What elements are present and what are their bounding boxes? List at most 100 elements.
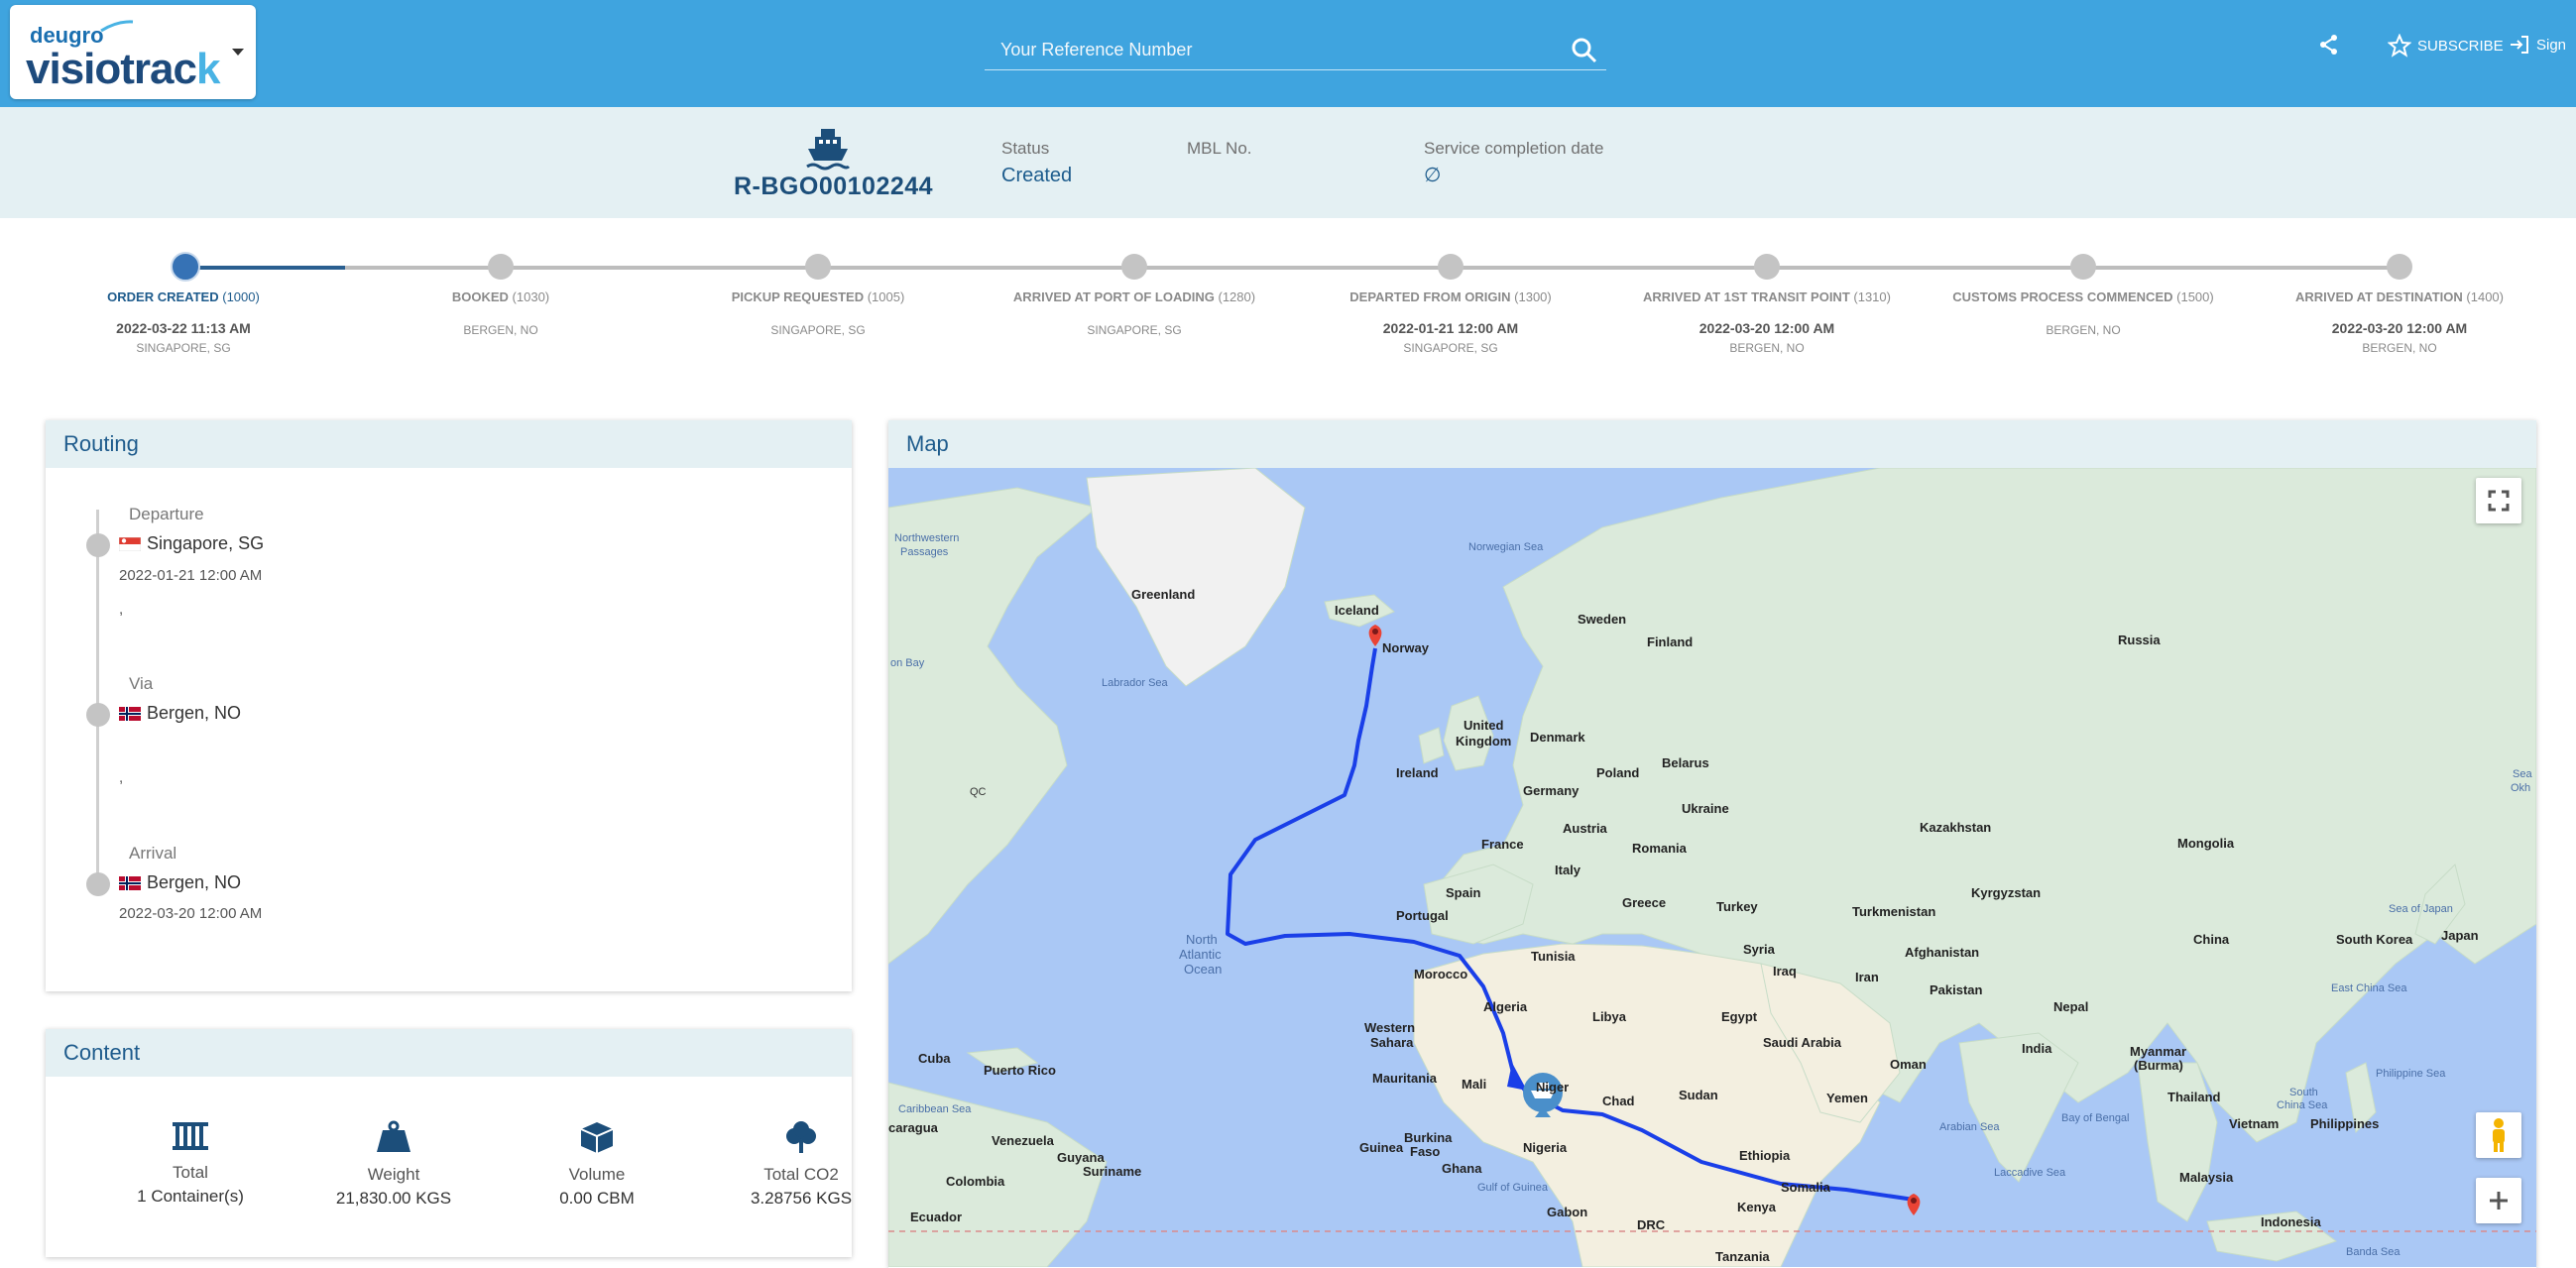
step-location-7: BERGEN, NO bbox=[2046, 323, 2121, 337]
co2-value: 3.28756 KGS bbox=[750, 1189, 853, 1208]
search-icon[interactable] bbox=[1570, 36, 1599, 65]
map-label-atlantic: Atlantic bbox=[1179, 947, 1222, 962]
map-label-east-china-sea: East China Sea bbox=[2331, 982, 2407, 994]
step-label-1: ORDER CREATED (1000) bbox=[107, 289, 260, 304]
map-label-italy: Italy bbox=[1555, 863, 1581, 877]
north-america-shape bbox=[888, 487, 1099, 965]
street-view-button[interactable] bbox=[2476, 1112, 2521, 1158]
map-label-egypt: Egypt bbox=[1721, 1009, 1758, 1024]
map-label-portugal: Portugal bbox=[1396, 908, 1449, 923]
mbl-label: MBL No. bbox=[1187, 139, 1252, 158]
map-label-ireland: Ireland bbox=[1396, 765, 1439, 780]
map-label-sahara: Sahara bbox=[1370, 1035, 1414, 1050]
map-label-japan: Japan bbox=[2441, 928, 2479, 943]
subscribe-button[interactable]: SUBSCRIBE bbox=[2388, 34, 2504, 58]
map-label-greenland: Greenland bbox=[1131, 587, 1195, 602]
step-date-1: 2022-03-22 11:13 AM bbox=[116, 320, 251, 336]
step-location-5: SINGAPORE, SG bbox=[1403, 341, 1498, 355]
via-address: , bbox=[119, 769, 124, 786]
map-label-chad: Chad bbox=[1602, 1094, 1635, 1108]
chevron-down-icon bbox=[232, 49, 244, 56]
step-label-8: ARRIVED AT DESTINATION (1400) bbox=[2295, 289, 2504, 304]
step-dot-7[interactable] bbox=[2070, 254, 2096, 280]
map-label-caribbean-sea: Caribbean Sea bbox=[898, 1103, 972, 1115]
map-label-suriname: Suriname bbox=[1083, 1164, 1141, 1179]
service-completion-label: Service completion date bbox=[1424, 139, 1604, 158]
departure-address: , bbox=[119, 601, 124, 618]
step-dot-5[interactable] bbox=[1438, 254, 1464, 280]
departure-date: 2022-01-21 12:00 AM bbox=[119, 567, 263, 584]
map-label-indonesia: Indonesia bbox=[2261, 1214, 2321, 1229]
sign-in-button[interactable]: Sign bbox=[2509, 34, 2566, 56]
content-title: Content bbox=[46, 1029, 852, 1077]
map-label-saudi-arabia: Saudi Arabia bbox=[1763, 1035, 1842, 1050]
step-dot-2[interactable] bbox=[488, 254, 514, 280]
step-location-6: BERGEN, NO bbox=[1729, 341, 1805, 355]
map-label-germany: Germany bbox=[1523, 783, 1580, 798]
step-label-5: DEPARTED FROM ORIGIN (1300) bbox=[1349, 289, 1552, 304]
map-label-mongolia: Mongolia bbox=[2177, 836, 2235, 851]
content-weight: Weight 21,830.00 KGS bbox=[294, 1120, 493, 1209]
map-label-niger: Niger bbox=[1536, 1080, 1569, 1095]
step-location-1: SINGAPORE, SG bbox=[136, 341, 231, 355]
step-dot-4[interactable] bbox=[1121, 254, 1147, 280]
map-label-algeria: Algeria bbox=[1483, 999, 1528, 1014]
step-dot-8[interactable] bbox=[2387, 254, 2412, 280]
map-label-turkey: Turkey bbox=[1716, 899, 1758, 914]
greenland-shape bbox=[1086, 468, 1306, 687]
map-label-austria: Austria bbox=[1563, 821, 1608, 836]
map-label-pakistan: Pakistan bbox=[1930, 982, 1983, 997]
step-dot-6[interactable] bbox=[1754, 254, 1780, 280]
map-label-ghana: Ghana bbox=[1442, 1161, 1482, 1176]
routing-title: Routing bbox=[46, 420, 852, 468]
map-label-banda-sea: Banda Sea bbox=[2346, 1246, 2400, 1258]
origin-pin-icon[interactable] bbox=[1368, 625, 1382, 646]
cube-icon bbox=[580, 1122, 614, 1153]
fullscreen-button[interactable] bbox=[2476, 478, 2521, 523]
reference-search-input[interactable] bbox=[985, 30, 1606, 70]
map-label-denmark: Denmark bbox=[1530, 730, 1585, 745]
map-label-venezuela: Venezuela bbox=[992, 1133, 1055, 1148]
map-label-south: South bbox=[2289, 1087, 2318, 1098]
destination-pin-icon[interactable] bbox=[1907, 1194, 1921, 1215]
map-canvas[interactable]: Greenland Iceland Norwegian Sea Sweden F… bbox=[888, 468, 2536, 1267]
map-label-bay-of-bengal: Bay of Bengal bbox=[2061, 1112, 2130, 1124]
plus-icon bbox=[2490, 1192, 2508, 1210]
map-label-kazakhstan: Kazakhstan bbox=[1920, 820, 1991, 835]
map-label-tunisia: Tunisia bbox=[1531, 949, 1576, 964]
map-label-sudan: Sudan bbox=[1679, 1088, 1718, 1102]
step-dot-3[interactable] bbox=[805, 254, 831, 280]
map-label-belarus: Belarus bbox=[1662, 755, 1709, 770]
map-label-mali: Mali bbox=[1462, 1077, 1486, 1092]
map-label-north: North bbox=[1186, 932, 1218, 947]
map-label-turkmenistan: Turkmenistan bbox=[1852, 904, 1935, 919]
map-label-china: China bbox=[2193, 932, 2230, 947]
map-label-sweden: Sweden bbox=[1578, 612, 1626, 627]
map-label-sea: Sea bbox=[2513, 768, 2532, 780]
norway-flag-icon bbox=[119, 875, 141, 890]
weight-icon bbox=[377, 1120, 410, 1152]
map-label-ocean: Ocean bbox=[1184, 962, 1222, 977]
map-label-sea-of-japan: Sea of Japan bbox=[2389, 903, 2453, 915]
map-label-guinea: Guinea bbox=[1359, 1140, 1404, 1155]
step-dot-1[interactable] bbox=[171, 252, 200, 282]
arrival-dot bbox=[86, 872, 110, 896]
step-location-4: SINGAPORE, SG bbox=[1087, 323, 1182, 337]
map-label-south-korea: South Korea bbox=[2336, 932, 2413, 947]
map-title: Map bbox=[888, 420, 2536, 468]
logo-menu-button[interactable]: deugro visiotrack bbox=[10, 5, 256, 99]
map-label-greece: Greece bbox=[1622, 895, 1666, 910]
volume-value: 0.00 CBM bbox=[559, 1189, 635, 1208]
logo-text-big: visiotrack bbox=[26, 45, 220, 93]
map-label-arabian-sea: Arabian Sea bbox=[1939, 1121, 2000, 1133]
map-label-gabon: Gabon bbox=[1547, 1205, 1587, 1219]
india-shape bbox=[1958, 1032, 2079, 1183]
map-label-colombia: Colombia bbox=[946, 1174, 1005, 1189]
via-label: Via bbox=[129, 674, 154, 693]
share-button[interactable] bbox=[2318, 34, 2340, 56]
se-asia-shape bbox=[2137, 1062, 2218, 1222]
container-icon bbox=[173, 1122, 208, 1150]
zoom-in-button[interactable] bbox=[2476, 1178, 2521, 1223]
map-label-labrador-sea: Labrador Sea bbox=[1102, 677, 1169, 689]
world-map-svg: Greenland Iceland Norwegian Sea Sweden F… bbox=[888, 468, 2536, 1267]
